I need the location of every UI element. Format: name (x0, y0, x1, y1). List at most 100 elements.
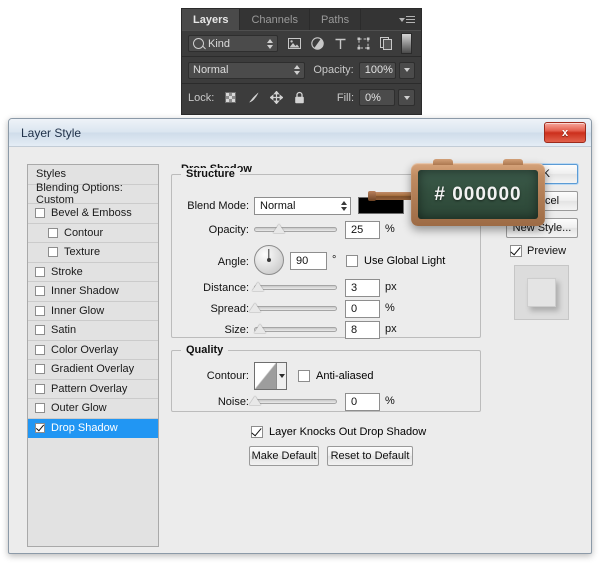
size-label: Size: (224, 324, 249, 336)
sidebar-item-texture[interactable]: Texture (28, 243, 158, 263)
lock-position-icon[interactable] (270, 91, 284, 104)
styles-list: Styles Blending Options: Custom Bevel & … (27, 164, 159, 547)
preview-row[interactable]: Preview (510, 245, 578, 257)
reset-to-default-button[interactable]: Reset to Default (327, 446, 413, 466)
preview-thumbnail (514, 265, 569, 320)
lock-all-icon[interactable] (293, 91, 306, 104)
size-unit: px (385, 323, 397, 335)
checkbox-inner-shadow[interactable] (35, 286, 45, 297)
sidebar-item-outer-glow[interactable]: Outer Glow (28, 399, 158, 419)
sidebar-item-bevel-emboss[interactable]: Bevel & Emboss (28, 204, 158, 224)
panel-menu-icon[interactable] (399, 13, 417, 26)
preview-shape (527, 278, 556, 307)
sidebar-item-gradient-overlay[interactable]: Gradient Overlay (28, 360, 158, 380)
noise-unit: % (385, 395, 395, 407)
blend-mode-value: Normal (193, 64, 229, 76)
angle-unit: ° (332, 254, 337, 266)
opacity-dropdown-icon[interactable] (399, 61, 415, 79)
sidebar-item-drop-shadow[interactable]: Drop Shadow (28, 418, 158, 438)
filter-type-icons (287, 37, 393, 51)
checkbox-outer-glow[interactable] (35, 403, 45, 414)
checkbox-bevel-emboss[interactable] (35, 208, 45, 219)
filter-enable-toggle[interactable] (401, 33, 412, 54)
sidebar-item-satin[interactable]: Satin (28, 321, 158, 341)
opacity-input[interactable]: 25 (345, 221, 380, 239)
layer-knocks-out-row[interactable]: Layer Knocks Out Drop Shadow (251, 423, 426, 441)
image-filter-icon[interactable] (287, 37, 301, 51)
angle-input[interactable]: 90 (290, 252, 327, 270)
use-global-light-label: Use Global Light (364, 255, 446, 267)
checkbox-gradient-overlay[interactable] (35, 364, 45, 375)
checkbox-drop-shadow[interactable] (35, 422, 45, 433)
chevron-updown-icon (266, 38, 273, 49)
blend-mode-select[interactable]: Normal (254, 197, 351, 215)
use-global-light-row[interactable]: Use Global Light (346, 252, 445, 270)
quality-group: Quality Contour: Anti-aliased Noise: 0 % (171, 344, 481, 412)
checkbox-contour[interactable] (48, 227, 58, 238)
shape-filter-icon[interactable] (356, 37, 370, 51)
noise-label: Noise: (217, 396, 249, 408)
sidebar-item-stroke[interactable]: Stroke (28, 263, 158, 282)
make-default-button[interactable]: Make Default (249, 446, 319, 466)
opacity-label: Opacity: (208, 224, 249, 236)
sidebar-item-color-overlay[interactable]: Color Overlay (28, 341, 158, 360)
checkbox-use-global-light[interactable] (346, 255, 358, 267)
smartobject-filter-icon[interactable] (379, 37, 393, 51)
dialog-title-bar[interactable]: Layer Style x (9, 119, 591, 147)
noise-slider[interactable] (249, 396, 337, 406)
lock-image-pixels-icon[interactable] (247, 91, 260, 104)
opacity-input[interactable]: 100% (358, 61, 397, 79)
fill-label: Fill: (336, 91, 354, 104)
checkbox-satin[interactable] (35, 325, 45, 336)
layer-filter-row: Kind (182, 30, 421, 57)
checkbox-inner-glow[interactable] (35, 305, 45, 316)
contour-swatch[interactable] (254, 362, 287, 390)
checkbox-layer-knocks-out[interactable] (251, 426, 263, 438)
quality-title: Quality (181, 344, 229, 356)
layers-panel-tabs: Layers Channels Paths (182, 9, 421, 30)
checkbox-texture[interactable] (48, 247, 58, 258)
close-label: x (561, 126, 569, 139)
search-icon (193, 38, 204, 49)
anti-aliased-label: Anti-aliased (316, 370, 374, 382)
checkbox-anti-aliased[interactable] (298, 370, 310, 382)
opacity-slider[interactable] (254, 224, 337, 234)
fill-dropdown-icon[interactable] (398, 89, 415, 106)
sidebar-item-pattern-overlay[interactable]: Pattern Overlay (28, 380, 158, 399)
preview-label: Preview (527, 245, 567, 257)
blend-mode-select[interactable]: Normal (188, 61, 306, 79)
checkbox-preview[interactable] (510, 245, 522, 257)
anti-aliased-row[interactable]: Anti-aliased (298, 367, 373, 385)
sidebar-item-contour[interactable]: Contour (28, 224, 158, 243)
sidebar-item-inner-glow[interactable]: Inner Glow (28, 302, 158, 321)
fill-input[interactable]: 0% (359, 89, 395, 106)
close-icon[interactable]: x (544, 122, 586, 143)
sidebar-item-inner-shadow[interactable]: Inner Shadow (28, 282, 158, 302)
tab-channels[interactable]: Channels (240, 9, 310, 30)
chevron-updown-icon (293, 65, 300, 75)
chevron-down-icon[interactable] (276, 363, 286, 389)
checkbox-pattern-overlay[interactable] (35, 383, 45, 394)
size-slider[interactable] (254, 324, 337, 334)
tab-paths[interactable]: Paths (310, 9, 362, 30)
filter-kind-select[interactable]: Kind (188, 35, 278, 52)
blend-mode-row: Normal Opacity: 100% (182, 57, 421, 84)
checkbox-stroke[interactable] (35, 266, 45, 277)
size-input[interactable]: 8 (345, 321, 380, 339)
adjustment-filter-icon[interactable] (310, 37, 324, 51)
lock-transparent-pixels-icon[interactable] (224, 91, 237, 104)
angle-dial[interactable] (254, 245, 284, 275)
spread-input[interactable]: 0 (345, 300, 380, 318)
noise-input[interactable]: 0 (345, 393, 380, 411)
spread-slider[interactable] (249, 303, 337, 313)
opacity-label: Opacity: (313, 64, 354, 76)
chalkboard-face: # 000000 (418, 170, 538, 219)
checkbox-color-overlay[interactable] (35, 344, 45, 355)
distance-input[interactable]: 3 (345, 279, 380, 297)
distance-slider[interactable] (252, 282, 337, 292)
chalkboard-text: # 000000 (434, 183, 522, 205)
type-filter-icon[interactable] (333, 37, 347, 51)
tab-layers[interactable]: Layers (182, 9, 241, 30)
sidebar-item-blending-options[interactable]: Blending Options: Custom (28, 182, 158, 206)
blend-mode-label: Blend Mode: (187, 200, 249, 212)
